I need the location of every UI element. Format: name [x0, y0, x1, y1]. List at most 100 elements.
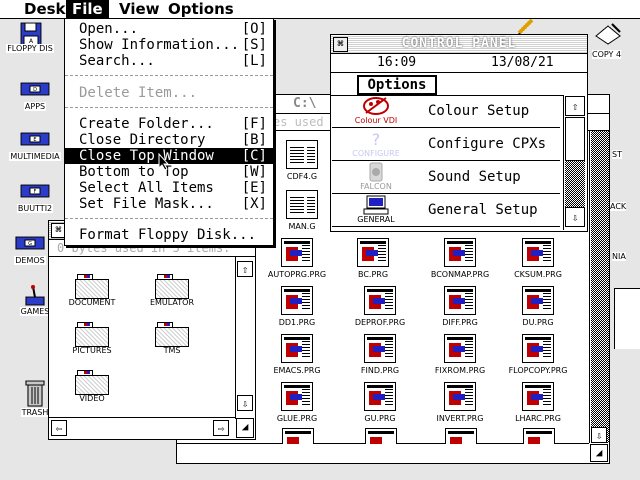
- program-file[interactable]: INVERT.PRG: [420, 382, 500, 423]
- cpx-item-sound[interactable]: FALCON Sound Setup: [332, 161, 560, 194]
- folder-label: TMS: [163, 346, 181, 355]
- program-icon: [281, 382, 313, 411]
- cpx-item-general[interactable]: GENERAL General Setup: [332, 194, 560, 227]
- desktop-icon-label: BUUTTI2: [16, 204, 54, 213]
- program-icon: [281, 238, 313, 267]
- menu-separator: [65, 218, 273, 219]
- menu-item-format-floppy[interactable]: Format Floppy Disk...: [65, 227, 273, 243]
- program-file[interactable]: FIND.PRG: [340, 334, 420, 375]
- menu-item-set-file-mask[interactable]: Set File Mask... [X]: [65, 196, 273, 212]
- menu-item-label: Close Directory: [79, 132, 206, 148]
- scroll-thumb[interactable]: [565, 117, 585, 161]
- desktop-icon-apps[interactable]: D APPS: [5, 80, 65, 111]
- scroll-left-arrow[interactable]: ⇦: [51, 420, 67, 436]
- control-panel-title: CONTROL PANEL: [401, 36, 517, 51]
- menu-item-create-folder[interactable]: Create Folder... [F]: [65, 116, 273, 132]
- folder-label: EMULATOR: [149, 298, 195, 307]
- scroll-right-arrow[interactable]: ⇨: [213, 420, 229, 436]
- program-file[interactable]: DU.PRG: [498, 286, 578, 327]
- window-titlebar[interactable]: ⌘ CONTROL PANEL: [331, 35, 587, 54]
- cpx-item-colour[interactable]: Colour VDI Colour Setup: [332, 95, 560, 128]
- scroll-up-arrow[interactable]: ⇧: [237, 261, 253, 277]
- program-file[interactable]: LHARC.PRG: [498, 382, 578, 423]
- folder-icon-video[interactable]: VIDEO: [57, 370, 127, 403]
- document-icon: [286, 140, 318, 169]
- file-label: DD1.PRG: [278, 318, 316, 327]
- desktop-icon-buutti2[interactable]: F BUUTTI2: [5, 182, 65, 213]
- program-file[interactable]: BC.PRG: [333, 238, 413, 279]
- scroll-track[interactable]: [237, 277, 255, 413]
- folder-icon: [75, 322, 109, 347]
- program-file[interactable]: BCONMAP.PRG: [420, 238, 500, 279]
- menu-item-label: Show Information...: [79, 37, 240, 53]
- options-button[interactable]: Options: [357, 75, 437, 95]
- resize-box[interactable]: ◢: [590, 444, 608, 462]
- folder-icon-emulator[interactable]: EMULATOR: [137, 274, 207, 307]
- cpx-vertical-scrollbar[interactable]: ⇧ ⇩: [563, 95, 587, 230]
- folder-icon-document[interactable]: DOCUMENT: [57, 274, 127, 307]
- scroll-down-arrow[interactable]: ⇩: [237, 395, 253, 411]
- desktop-icon-copy4[interactable]: COPY 4: [590, 22, 640, 62]
- document-icon: [286, 190, 318, 219]
- vertical-scrollbar[interactable]: ⇩: [589, 131, 609, 443]
- clock-time: 16:09: [377, 55, 417, 70]
- program-file[interactable]: FLOPCOPY.PRG: [498, 334, 578, 375]
- cpx-icon-label: Colour VDI: [354, 116, 398, 125]
- file-label: BC.PRG: [357, 270, 389, 279]
- vertical-scrollbar[interactable]: ⇧ ⇩: [235, 257, 255, 419]
- control-panel-window: ⌘ CONTROL PANEL 16:09 13/08/21 Options C…: [330, 34, 588, 232]
- menu-view[interactable]: View: [113, 0, 166, 18]
- desktop-icon-label: APPS: [23, 102, 47, 111]
- resize-box[interactable]: ◢: [236, 418, 254, 438]
- menu-desk[interactable]: Desk: [18, 0, 72, 18]
- program-icon: [281, 334, 313, 363]
- cpx-item-configure[interactable]: ? CONFIGURE Configure CPXs: [332, 128, 560, 161]
- desktop-icon-floppy[interactable]: A FLOPPY DIS: [0, 22, 60, 53]
- program-file[interactable]: DD1.PRG: [257, 286, 337, 327]
- desktop-icon-multimedia[interactable]: E MULTIMEDIA: [5, 130, 65, 161]
- computer-icon: GENERAL: [336, 195, 416, 225]
- folder-icon-pictures[interactable]: PICTURES: [57, 322, 127, 355]
- speaker-icon: FALCON: [336, 162, 416, 192]
- horizontal-scrollbar[interactable]: [177, 443, 589, 463]
- file-label: EMACS.PRG: [273, 366, 321, 375]
- program-file[interactable]: FIXROM.PRG: [420, 334, 500, 375]
- program-file[interactable]: DEPROF.PRG: [340, 286, 420, 327]
- program-file[interactable]: GLUE.PRG: [257, 382, 337, 423]
- program-icon: [364, 286, 396, 315]
- drive-icon: F: [20, 182, 50, 204]
- menu-item-close-directory[interactable]: Close Directory [B]: [65, 132, 273, 148]
- svg-text:G: G: [28, 241, 32, 247]
- drive-icon: D: [20, 80, 50, 102]
- program-file[interactable]: GU.PRG: [340, 382, 420, 423]
- pencil-icon: [516, 16, 536, 36]
- menu-item-shortcut: [L]: [241, 53, 267, 69]
- menu-item-show-information[interactable]: Show Information... [S]: [65, 37, 273, 53]
- trash-icon: [20, 378, 50, 408]
- program-file[interactable]: CKSUM.PRG: [498, 238, 578, 279]
- desktop-icon-label: ACK: [610, 202, 627, 211]
- mouse-pointer-icon: [158, 152, 170, 175]
- program-icon: [444, 334, 476, 363]
- scroll-down-arrow[interactable]: ⇩: [591, 427, 607, 443]
- menu-item-label: Select All Items: [79, 180, 214, 196]
- cpx-icon-label: CONFIGURE: [352, 149, 400, 158]
- program-file[interactable]: EMACS.PRG: [257, 334, 337, 375]
- scroll-up-arrow[interactable]: ⇧: [565, 96, 585, 116]
- menu-item-open[interactable]: Open... [O]: [65, 21, 273, 37]
- menu-file[interactable]: File: [66, 0, 109, 18]
- scroll-track[interactable]: [565, 161, 585, 207]
- horizontal-scrollbar[interactable]: ⇦ ⇨: [49, 417, 235, 439]
- svg-text:E: E: [33, 137, 36, 143]
- menu-item-search[interactable]: Search... [L]: [65, 53, 273, 69]
- scroll-down-arrow[interactable]: ⇩: [565, 207, 585, 227]
- program-file[interactable]: DIFF.PRG: [420, 286, 500, 327]
- cpx-name: Configure CPXs: [428, 136, 547, 152]
- menu-item-select-all[interactable]: Select All Items [E]: [65, 180, 273, 196]
- control-panel-toolbar: Options: [331, 73, 587, 96]
- folder-icon-tms[interactable]: TMS: [137, 322, 207, 355]
- menu-separator: [65, 75, 273, 76]
- file-label: CKSUM.PRG: [514, 270, 562, 279]
- scroll-track[interactable]: [591, 131, 609, 443]
- menu-options[interactable]: Options: [162, 0, 240, 18]
